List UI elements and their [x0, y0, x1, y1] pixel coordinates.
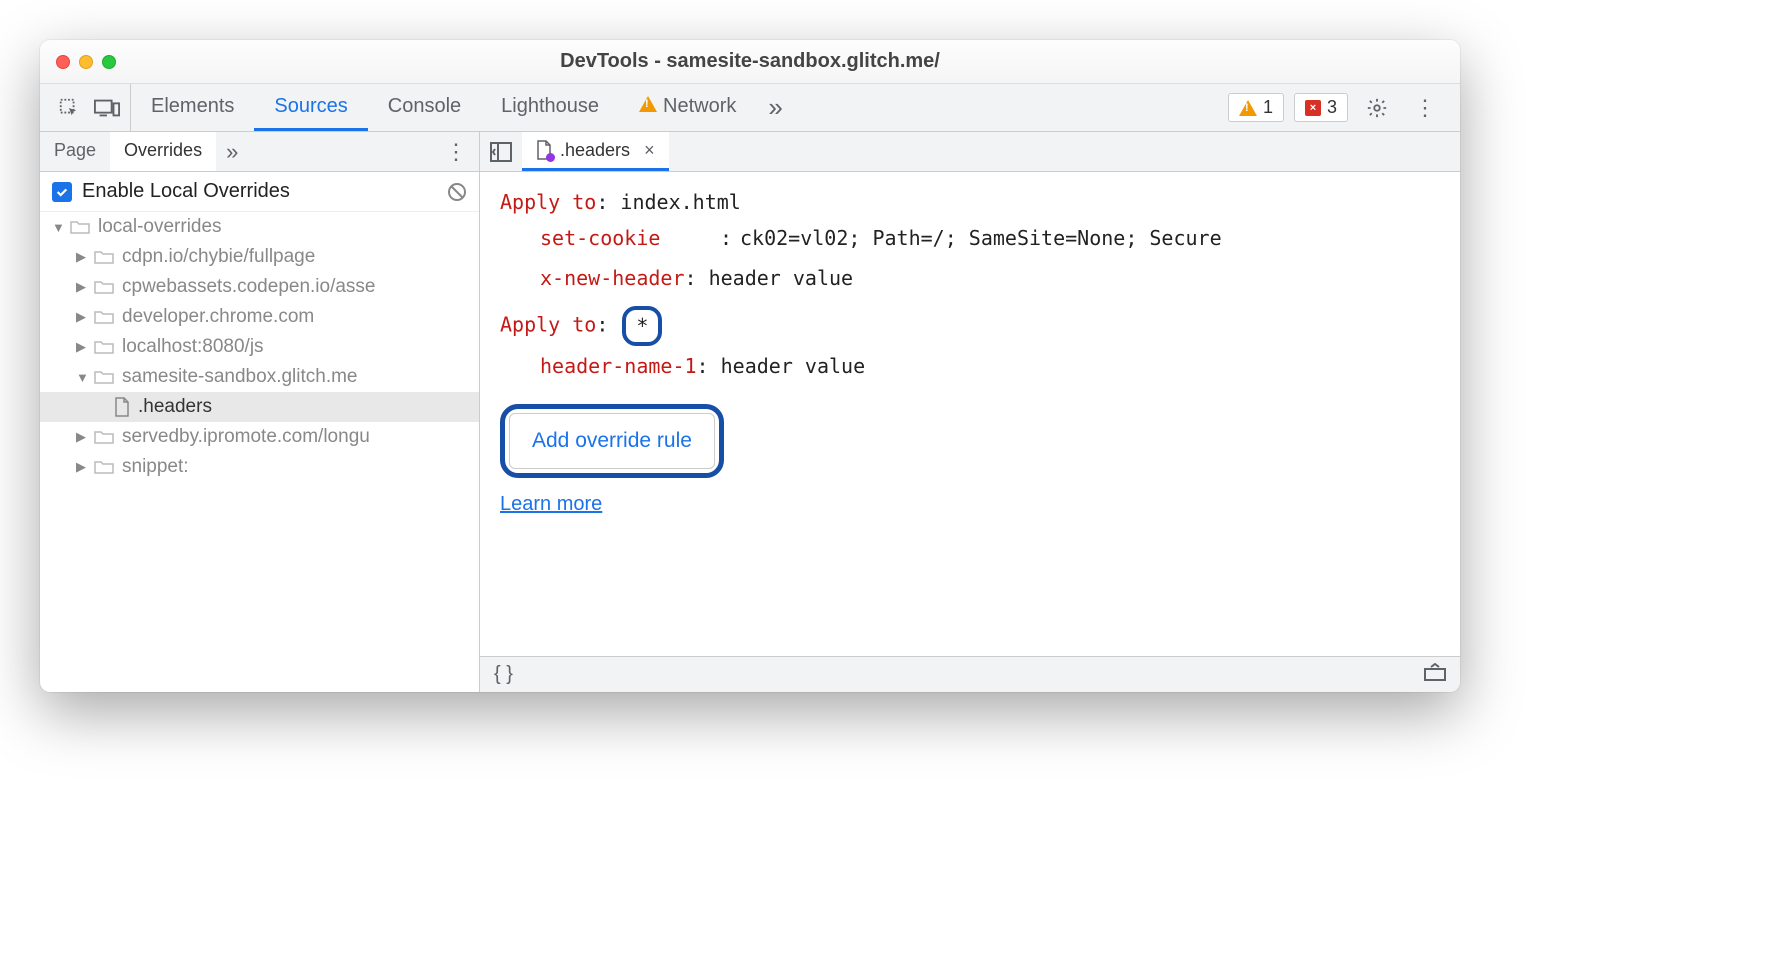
clear-overrides-icon[interactable] [447, 182, 467, 202]
apply-to-row: Apply to: * [500, 306, 1440, 346]
apply-to-row: Apply to: index.html [500, 186, 1440, 218]
folder-icon [94, 279, 114, 295]
main-area: Page Overrides » ⋮ Enable Local Override… [40, 132, 1460, 692]
tree-folder[interactable]: ▶localhost:8080/js [40, 332, 479, 362]
tree-folder[interactable]: ▶servedby.ipromote.com/longu [40, 422, 479, 452]
tree-file-headers[interactable]: .headers [40, 392, 479, 422]
folder-icon [94, 459, 114, 475]
main-toolbar: Elements Sources Console Lighthouse Netw… [40, 84, 1460, 132]
highlight-wildcard: * [622, 306, 662, 346]
highlight-add-rule: Add override rule [500, 404, 724, 478]
maximize-window-button[interactable] [102, 55, 116, 69]
file-tab-headers[interactable]: .headers × [522, 132, 669, 171]
sources-sidebar: Page Overrides » ⋮ Enable Local Override… [40, 132, 480, 692]
tab-lighthouse[interactable]: Lighthouse [481, 84, 619, 131]
tree-folder[interactable]: ▶cdpn.io/chybie/fullpage [40, 242, 479, 272]
tab-console[interactable]: Console [368, 84, 481, 131]
overrides-tree: ▼ local-overrides ▶cdpn.io/chybie/fullpa… [40, 212, 479, 482]
tab-sources[interactable]: Sources [254, 84, 367, 131]
inspect-icon[interactable] [58, 97, 80, 119]
enable-overrides-label: Enable Local Overrides [82, 180, 290, 203]
chevron-down-icon: ▼ [52, 220, 66, 235]
devtools-window: DevTools - samesite-sandbox.glitch.me/ E… [40, 40, 1460, 692]
header-row: x-new-header: header value [500, 262, 1440, 294]
sidebar-tab-overrides[interactable]: Overrides [110, 132, 216, 171]
header-row: header-name-1: header value [500, 350, 1440, 382]
toggle-navigator-icon[interactable] [480, 142, 522, 162]
folder-icon [94, 339, 114, 355]
panel-tabs: Elements Sources Console Lighthouse Netw… [131, 84, 756, 131]
tree-folder[interactable]: ▶cpwebassets.codepen.io/asse [40, 272, 479, 302]
sidebar-more-tabs[interactable]: » [216, 139, 248, 165]
minimize-window-button[interactable] [79, 55, 93, 69]
window-title: DevTools - samesite-sandbox.glitch.me/ [56, 50, 1444, 73]
tree-folder[interactable]: ▼samesite-sandbox.glitch.me [40, 362, 479, 392]
enable-overrides-checkbox[interactable] [52, 182, 72, 202]
modified-dot-icon [546, 153, 555, 162]
tree-folder[interactable]: ▶snippet: [40, 452, 479, 482]
more-menu-icon[interactable]: ⋮ [1406, 95, 1444, 121]
chevron-down-icon: ▼ [76, 370, 90, 385]
folder-icon [94, 249, 114, 265]
header-row: set-cookie : ck02=vl02; Path=/; SameSite… [500, 222, 1440, 254]
sidebar-tab-page[interactable]: Page [40, 132, 110, 171]
error-icon: × [1305, 100, 1321, 116]
sidebar-tabs: Page Overrides » ⋮ [40, 132, 479, 172]
enable-overrides-row: Enable Local Overrides [40, 172, 479, 212]
tab-network[interactable]: Network [619, 84, 756, 131]
pretty-print-icon[interactable]: { } [494, 663, 513, 686]
headers-editor[interactable]: Apply to: index.html set-cookie : ck02=v… [480, 172, 1460, 656]
editor-footer: { } [480, 656, 1460, 692]
close-window-button[interactable] [56, 55, 70, 69]
close-tab-icon[interactable]: × [644, 140, 655, 161]
errors-badge[interactable]: × 3 [1294, 93, 1348, 122]
sidebar-menu-icon[interactable]: ⋮ [433, 139, 479, 165]
settings-icon[interactable] [1358, 97, 1396, 119]
titlebar: DevTools - samesite-sandbox.glitch.me/ [40, 40, 1460, 84]
chevron-right-icon: ▶ [76, 249, 90, 265]
learn-more-link[interactable]: Learn more [500, 488, 602, 520]
file-tab-strip: .headers × [480, 132, 1460, 172]
traffic-lights [56, 55, 116, 69]
tree-folder-root[interactable]: ▼ local-overrides [40, 212, 479, 242]
editor-pane: .headers × Apply to: index.html set-cook… [480, 132, 1460, 692]
folder-icon [94, 369, 114, 385]
folder-icon [70, 219, 90, 235]
file-icon [114, 397, 130, 417]
device-icon[interactable] [94, 98, 120, 118]
chevron-right-icon: ▶ [76, 459, 90, 475]
chevron-right-icon: ▶ [76, 309, 90, 325]
warning-icon [639, 95, 657, 118]
file-icon [536, 140, 552, 160]
tree-folder[interactable]: ▶developer.chrome.com [40, 302, 479, 332]
chevron-right-icon: ▶ [76, 279, 90, 295]
drawer-toggle-icon[interactable] [1424, 663, 1446, 686]
tab-elements[interactable]: Elements [131, 84, 254, 131]
chevron-right-icon: ▶ [76, 339, 90, 355]
folder-icon [94, 309, 114, 325]
warning-icon [1239, 100, 1257, 116]
add-override-rule-button[interactable]: Add override rule [509, 413, 715, 469]
chevron-right-icon: ▶ [76, 429, 90, 445]
folder-icon [94, 429, 114, 445]
more-tabs-button[interactable]: » [756, 92, 794, 123]
warnings-badge[interactable]: 1 [1228, 93, 1284, 122]
